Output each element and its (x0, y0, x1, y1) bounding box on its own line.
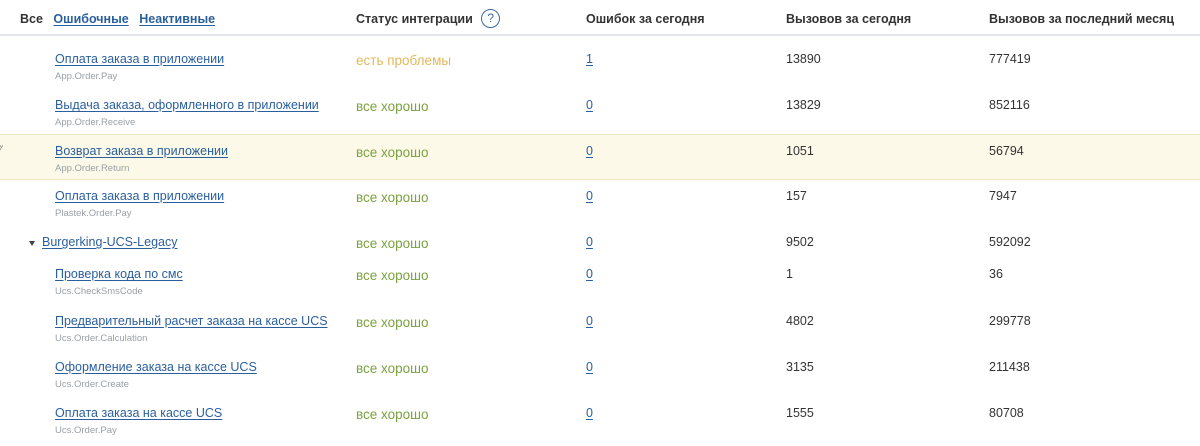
method-name-link[interactable]: Предварительный расчет заказа на кассе U… (55, 314, 328, 328)
errors-count-link[interactable]: 0 (586, 314, 593, 328)
errors-column-header: Ошибок за сегодня (586, 12, 705, 26)
table-row-highlighted: ⁄⁄ Возврат заказа в приложении App.Order… (0, 134, 1200, 180)
method-name-link[interactable]: Проверка кода по смс (55, 267, 183, 281)
calls-month-value: 7947 (989, 189, 1017, 203)
calls-month-value: 299778 (989, 314, 1031, 328)
calls-month-value: 36 (989, 267, 1003, 281)
errors-count-link[interactable]: 1 (586, 52, 593, 66)
method-code: Ucs.CheckSmsCode (55, 286, 143, 297)
calls-today-value: 13829 (786, 98, 821, 112)
method-name-link[interactable]: Выдача заказа, оформленного в приложении (55, 98, 319, 112)
status-badge: все хорошо (356, 268, 429, 283)
calls-today-value: 4802 (786, 314, 814, 328)
calls-today-value: 1051 (786, 144, 814, 158)
table-header: Все Ошибочные Неактивные Статус интеграц… (0, 0, 1200, 36)
calls-today-value: 3135 (786, 360, 814, 374)
status-badge: есть проблемы (356, 53, 452, 68)
table-row: Оплата заказа в приложении Plastek.Order… (0, 182, 1200, 228)
method-code: App.Order.Receive (55, 117, 136, 128)
method-name-link[interactable]: Возврат заказа в приложении (55, 144, 228, 158)
help-icon[interactable]: ? (481, 9, 501, 28)
status-badge: все хорошо (356, 236, 429, 251)
calls-today-value: 1 (786, 267, 793, 281)
status-badge: все хорошо (356, 99, 429, 114)
table-row: Оплата заказа на кассе UCS Ucs.Order.Pay… (0, 400, 1200, 446)
calls-month-value: 592092 (989, 235, 1031, 249)
table-row: Выдача заказа, оформленного в приложении… (0, 84, 1200, 130)
calls-today-column-header: Вызовов за сегодня (786, 12, 912, 26)
calls-month-value: 211438 (989, 360, 1030, 374)
errors-count-link[interactable]: 0 (586, 360, 593, 374)
status-column-label: Статус интеграции (356, 12, 473, 26)
table-row: Оформление заказа на кассе UCS Ucs.Order… (0, 354, 1200, 400)
status-column-header: Статус интеграции ? (356, 9, 501, 29)
calls-today-value: 157 (786, 189, 807, 203)
method-code: Ucs.Order.Pay (55, 425, 117, 436)
calls-month-column-header: Вызовов за последний месяц (989, 12, 1175, 26)
calls-today-value: 9502 (786, 235, 814, 249)
group-name-link[interactable]: Burgerking-UCS-Legacy (42, 235, 177, 249)
method-code: Ucs.Order.Calculation (55, 333, 148, 344)
method-code: Plastek.Order.Pay (55, 208, 132, 219)
filter-all[interactable]: Все (20, 12, 43, 26)
method-code: App.Order.Return (55, 163, 130, 174)
calls-month-value: 80708 (989, 406, 1024, 420)
status-badge: все хорошо (356, 361, 429, 376)
status-badge: все хорошо (356, 407, 429, 422)
method-name-link[interactable]: Оплата заказа в приложении (55, 52, 224, 66)
errors-count-link[interactable]: 0 (586, 406, 593, 420)
drag-handle-icon[interactable]: ⁄⁄ (0, 144, 2, 156)
method-code: Ucs.Order.Create (55, 379, 129, 390)
group-row: Burgerking-UCS-Legacy все хорошо 0 9502 … (0, 228, 1200, 262)
errors-count-link[interactable]: 0 (586, 267, 593, 281)
calls-today-value: 13890 (786, 52, 821, 66)
method-code: App.Order.Pay (55, 71, 118, 82)
calls-today-value: 1555 (786, 406, 814, 420)
table-row: Предварительный расчет заказа на кассе U… (0, 308, 1200, 354)
filter-inactive[interactable]: Неактивные (139, 12, 215, 26)
filter-tabs: Все Ошибочные Неактивные (20, 12, 222, 26)
table-row: Оплата заказа в приложении App.Order.Pay… (0, 38, 1200, 84)
status-badge: все хорошо (356, 190, 429, 205)
filter-errors[interactable]: Ошибочные (53, 12, 128, 26)
status-badge: все хорошо (356, 145, 429, 160)
errors-count-link[interactable]: 0 (586, 189, 593, 203)
errors-count-link[interactable]: 0 (586, 144, 593, 158)
method-name-link[interactable]: Оплата заказа в приложении (55, 189, 224, 203)
calls-month-value: 852116 (989, 98, 1030, 112)
method-name-link[interactable]: Оплата заказа на кассе UCS (55, 406, 222, 420)
errors-count-link[interactable]: 0 (586, 235, 593, 249)
calls-month-value: 56794 (989, 144, 1024, 158)
method-name-link[interactable]: Оформление заказа на кассе UCS (55, 360, 257, 374)
errors-count-link[interactable]: 0 (586, 98, 593, 112)
status-badge: все хорошо (356, 315, 429, 330)
table-row: Проверка кода по смс Ucs.CheckSmsCode вс… (0, 262, 1200, 308)
caret-down-icon[interactable] (29, 241, 35, 246)
calls-month-value: 777419 (989, 52, 1031, 66)
